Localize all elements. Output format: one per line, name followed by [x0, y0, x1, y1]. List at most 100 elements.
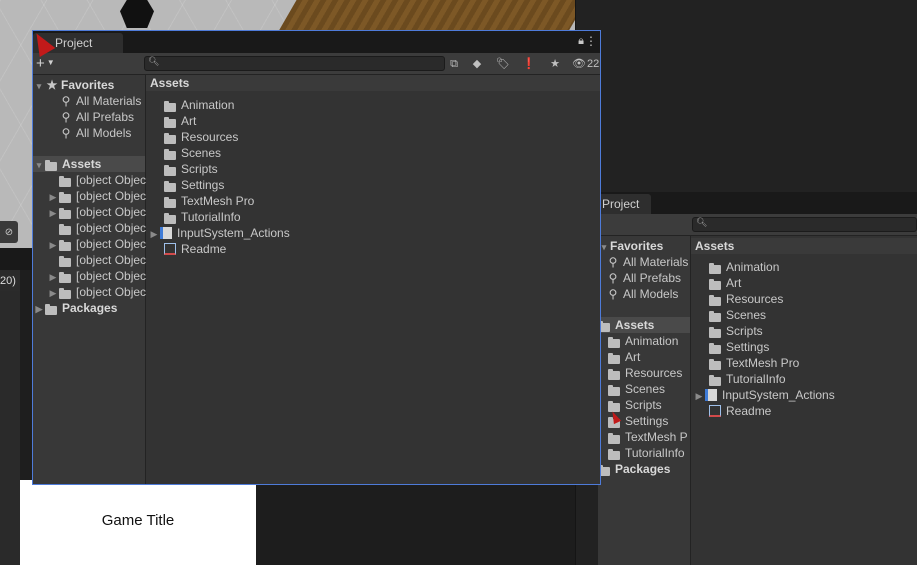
favorite-all-materials[interactable]: ⚲ All Materials — [606, 254, 689, 270]
gizmo-icon[interactable]: ⊘ — [0, 221, 18, 243]
tree-item-resources[interactable]: ▶ [object Object] — [47, 204, 153, 220]
tree-item-animation[interactable]: Animation — [608, 333, 678, 349]
folder-icon — [164, 117, 176, 128]
tree-item-art[interactable]: ▶ [object Object] — [47, 188, 153, 204]
filter-by-type-icon[interactable]: ◆ — [469, 57, 485, 71]
assets-root[interactable]: ▾ Assets — [33, 156, 145, 172]
project-window-docked[interactable]: Project 🔍︎ ▾ Favorites ⚲ All Materials ⚲ Al… — [598, 192, 917, 565]
eye-icon: 👁︎ — [572, 58, 586, 70]
left-dock-area — [0, 248, 20, 565]
asset-item-resources[interactable]: Resources — [164, 129, 238, 145]
folder-icon — [164, 101, 176, 112]
folder-icon — [608, 369, 620, 380]
favorite-star-icon[interactable]: ★ — [547, 57, 563, 71]
favorites-header[interactable]: ▾ ★ Favorites — [33, 77, 115, 93]
asset-item-settings[interactable]: Settings — [164, 177, 224, 193]
expand-arrow-icon[interactable]: ▶ — [47, 237, 59, 253]
expand-arrow-icon[interactable]: ▶ — [47, 205, 59, 221]
log-warnings-icon[interactable]: ❗ — [521, 57, 537, 71]
folder-tree[interactable]: ▾ ★ Favorites ⚲ All Materials ⚲ All Prefabs … — [33, 75, 153, 484]
packages-root[interactable]: ▶ Packages — [33, 300, 117, 316]
asset-list[interactable]: Assets Animation Art Resources Scenes Sc… — [691, 236, 917, 565]
favorite-all-prefabs[interactable]: ⚲ All Prefabs — [59, 109, 134, 125]
asset-item-inputsystem[interactable]: ▶ InputSystem_Actions — [693, 387, 835, 403]
expand-arrow-icon[interactable]: ▶ — [47, 285, 59, 301]
search-by-type-icon[interactable]: ⧉ — [446, 57, 462, 71]
project-toolbar: + ▼ 🔍︎ ⧉ ◆ 🏷︎ ❗ ★ 👁︎22 — [33, 53, 600, 75]
tab-bar: Project — [598, 192, 917, 214]
tree-item-animation[interactable]: [object Object] — [47, 172, 153, 188]
tree-item-tutorialinfo[interactable]: TutorialInfo — [608, 445, 685, 461]
tree-item-scenes[interactable]: [object Object] — [47, 220, 153, 236]
folder-tree[interactable]: ▾ Favorites ⚲ All Materials ⚲ All Prefabs ⚲… — [598, 236, 691, 565]
tree-item-scenes[interactable]: Scenes — [608, 381, 665, 397]
tree-item-textmesh[interactable]: ▶ [object Object] — [47, 268, 153, 284]
expand-arrow-icon[interactable]: ▶ — [33, 301, 45, 317]
create-button[interactable]: + ▼ — [36, 55, 62, 72]
star-icon: ★ — [46, 78, 58, 92]
asset-item-readme[interactable]: Readme — [709, 403, 771, 419]
tree-item-settings[interactable]: [object Object] — [47, 252, 153, 268]
favorite-all-models[interactable]: ⚲ All Models — [59, 125, 132, 141]
asset-item-tutorialinfo[interactable]: TutorialInfo — [164, 209, 241, 225]
lock-icon[interactable]: 🔒︎ — [578, 35, 584, 48]
asset-item-scenes[interactable]: Scenes — [164, 145, 221, 161]
asset-list[interactable]: Assets Animation Art Resources Scenes Sc… — [146, 75, 600, 484]
asset-item-textmesh-pro[interactable]: TextMesh Pro — [164, 193, 254, 209]
tree-item-textmesh[interactable]: TextMesh P — [608, 429, 688, 445]
folder-icon — [709, 327, 721, 338]
asset-item-scripts[interactable]: Scripts — [709, 323, 763, 339]
expand-arrow-icon[interactable]: ▶ — [47, 269, 59, 285]
folder-icon — [608, 337, 620, 348]
search-icon: 🔍︎ — [696, 217, 708, 227]
filter-by-label-icon[interactable]: 🏷︎ — [495, 57, 511, 71]
tab-project[interactable]: Project — [598, 194, 652, 214]
favorites-header[interactable]: ▾ Favorites — [598, 238, 664, 254]
resolution-label[interactable]: 20) — [0, 275, 20, 291]
tree-item-tutorialinfo[interactable]: ▶ [object Object] — [47, 284, 153, 300]
folder-icon — [164, 149, 176, 160]
folder-icon — [59, 224, 71, 235]
assets-root[interactable]: Assets — [598, 317, 690, 333]
asset-item-scenes[interactable]: Scenes — [709, 307, 766, 323]
tree-item-art[interactable]: Art — [608, 349, 640, 365]
favorite-all-materials[interactable]: ⚲ All Materials — [59, 93, 142, 109]
search-input[interactable]: 🔍︎ — [144, 56, 445, 71]
asset-item-inputsystem[interactable]: ▶ InputSystem_Actions — [148, 225, 290, 241]
expand-arrow-icon[interactable]: ▶ — [693, 388, 705, 404]
folder-icon — [164, 181, 176, 192]
visibility-toggle[interactable]: 👁︎22 — [572, 57, 600, 71]
asset-item-resources[interactable]: Resources — [709, 291, 783, 307]
folder-icon — [59, 176, 71, 187]
asset-item-readme[interactable]: Readme — [164, 241, 226, 257]
project-window-floating[interactable]: Project 🔒︎ ⋮ + ▼ 🔍︎ ⧉ ◆ 🏷︎ ❗ ★ 👁︎22 ▾ ★ Fav… — [32, 30, 601, 485]
asset-item-settings[interactable]: Settings — [709, 339, 769, 355]
search-input[interactable]: 🔍︎ — [692, 217, 917, 232]
folder-icon — [709, 375, 721, 386]
favorite-all-prefabs[interactable]: ⚲ All Prefabs — [606, 270, 681, 286]
search-icon: ⚲ — [608, 255, 618, 269]
asset-item-scripts[interactable]: Scripts — [164, 161, 218, 177]
folder-icon — [45, 304, 57, 315]
chevron-down-icon: ▼ — [46, 58, 55, 67]
packages-root[interactable]: Packages — [598, 461, 670, 477]
asset-list-header: Assets — [691, 238, 917, 254]
asset-list-title: Assets — [695, 239, 735, 253]
asset-item-textmesh-pro[interactable]: TextMesh Pro — [709, 355, 799, 371]
asset-item-tutorialinfo[interactable]: TutorialInfo — [709, 371, 786, 387]
tree-item-scripts[interactable]: ▶ [object Object] — [47, 236, 153, 252]
folder-icon — [59, 208, 71, 219]
asset-item-animation[interactable]: Animation — [709, 259, 779, 275]
folder-icon — [164, 165, 176, 176]
folder-icon — [608, 353, 620, 364]
favorite-all-models[interactable]: ⚲ All Models — [606, 286, 679, 302]
asset-item-animation[interactable]: Animation — [164, 97, 234, 113]
more-options-icon[interactable]: ⋮ — [585, 34, 597, 48]
asset-item-art[interactable]: Art — [164, 113, 196, 129]
expand-arrow-icon[interactable]: ▶ — [47, 189, 59, 205]
search-icon: ⚲ — [61, 110, 71, 124]
asset-item-art[interactable]: Art — [709, 275, 741, 291]
tree-item-resources[interactable]: Resources — [608, 365, 682, 381]
expand-arrow-icon[interactable]: ▶ — [148, 226, 160, 242]
folder-icon — [59, 192, 71, 203]
